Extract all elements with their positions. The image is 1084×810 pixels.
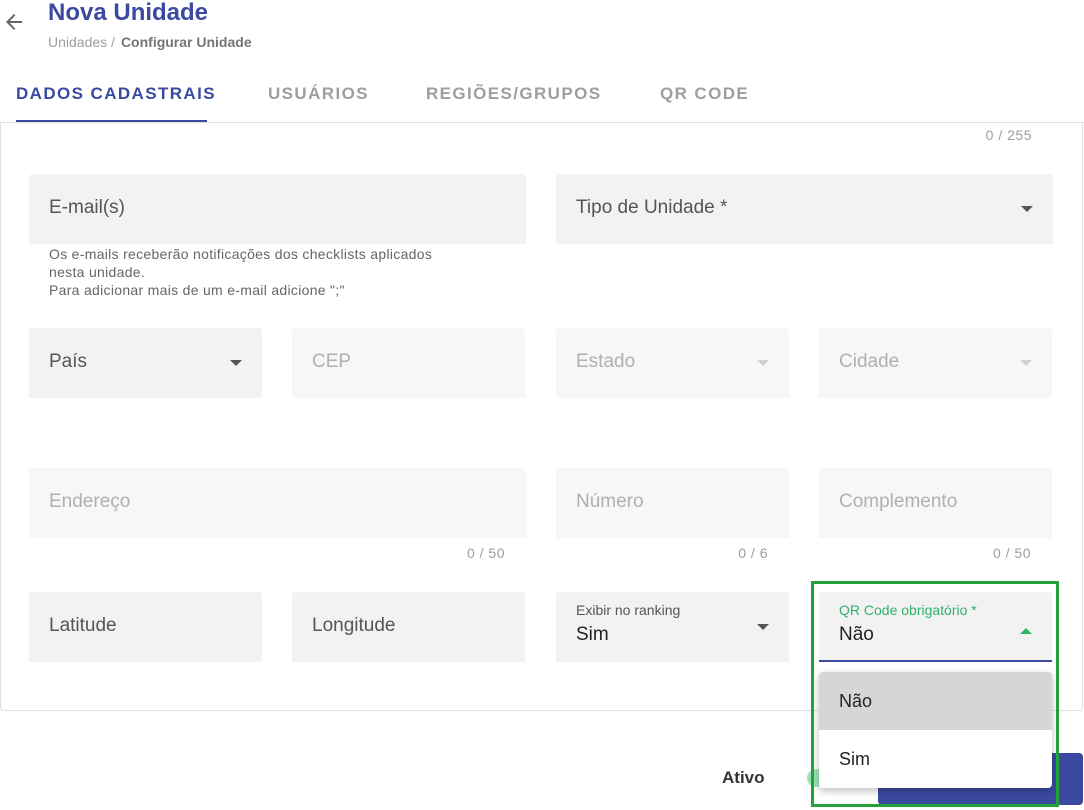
tab-usuarios[interactable]: USUÁRIOS [268,84,369,104]
complemento-field[interactable]: Complemento [819,468,1052,538]
qr-code-obrigatorio-label: QR Code obrigatório * [839,602,977,618]
tab-qr-code[interactable]: QR CODE [660,84,749,104]
exibir-ranking-label: Exibir no ranking [576,602,681,618]
pais-label: País [49,351,88,372]
tab-dados-cadastrais[interactable]: DADOS CADASTRAIS [16,84,216,104]
chevron-down-icon [230,360,242,366]
ativo-label: Ativo [722,768,765,787]
numero-field[interactable]: Número [556,468,789,538]
arrow-left-icon [6,14,22,30]
email-hint-line: Os e-mails receberão notificações dos ch… [49,246,433,262]
endereco-char-counter: 0 / 50 [466,545,505,561]
chevron-down-icon [757,360,769,366]
tipo-unidade-select[interactable]: Tipo de Unidade * [556,174,1053,244]
tipo-unidade-label: Tipo de Unidade * [576,197,728,218]
exibir-ranking-value: Sim [576,624,609,645]
pais-select[interactable]: País [29,328,262,398]
estado-select: Estado [556,328,789,398]
chevron-down-icon [757,624,769,630]
numero-label: Número [576,491,644,512]
page-title: Nova Unidade [48,0,209,26]
endereco-field[interactable]: Endereço [29,468,526,538]
chevron-down-icon [1020,360,1032,366]
longitude-label: Longitude [312,615,396,636]
email-label: E-mail(s) [49,197,125,218]
menu-option-sim[interactable]: Sim [819,730,1052,788]
cep-field[interactable]: CEP [292,328,525,398]
breadcrumb: Unidades / Configurar Unidade [48,34,252,50]
name-char-counter: 0 / 255 [985,127,1032,143]
email-field[interactable]: E-mail(s) [29,174,526,244]
active-tab-indicator [16,120,207,122]
breadcrumb-parent[interactable]: Unidades / [48,34,115,50]
qr-code-obrigatorio-select[interactable]: QR Code obrigatório * Não [819,592,1052,662]
tab-regioes-grupos[interactable]: REGIÕES/GRUPOS [426,84,601,104]
complemento-char-counter: 0 / 50 [992,545,1031,561]
menu-option-nao[interactable]: Não [819,672,1052,730]
email-hint-line: Para adicionar mais de um e-mail adicion… [49,282,345,298]
cidade-select: Cidade [819,328,1052,398]
email-hint: Os e-mails receberão notificações dos ch… [49,245,519,299]
estado-label: Estado [576,351,636,372]
back-button[interactable] [2,10,26,34]
chevron-up-icon [1020,628,1032,634]
cidade-label: Cidade [839,351,900,372]
email-hint-line: nesta unidade. [49,264,146,280]
qr-code-obrigatorio-menu: Não Sim [819,672,1052,788]
latitude-label: Latitude [49,615,117,636]
endereco-label: Endereço [49,491,131,512]
cep-label: CEP [312,351,352,372]
latitude-field[interactable]: Latitude [29,592,262,662]
longitude-field[interactable]: Longitude [292,592,525,662]
breadcrumb-current: Configurar Unidade [120,34,252,50]
exibir-ranking-select[interactable]: Exibir no ranking Sim [556,592,789,662]
qr-code-obrigatorio-value: Não [839,624,874,645]
complemento-label: Complemento [839,491,958,512]
chevron-down-icon [1021,206,1033,212]
numero-char-counter: 0 / 6 [738,545,768,561]
